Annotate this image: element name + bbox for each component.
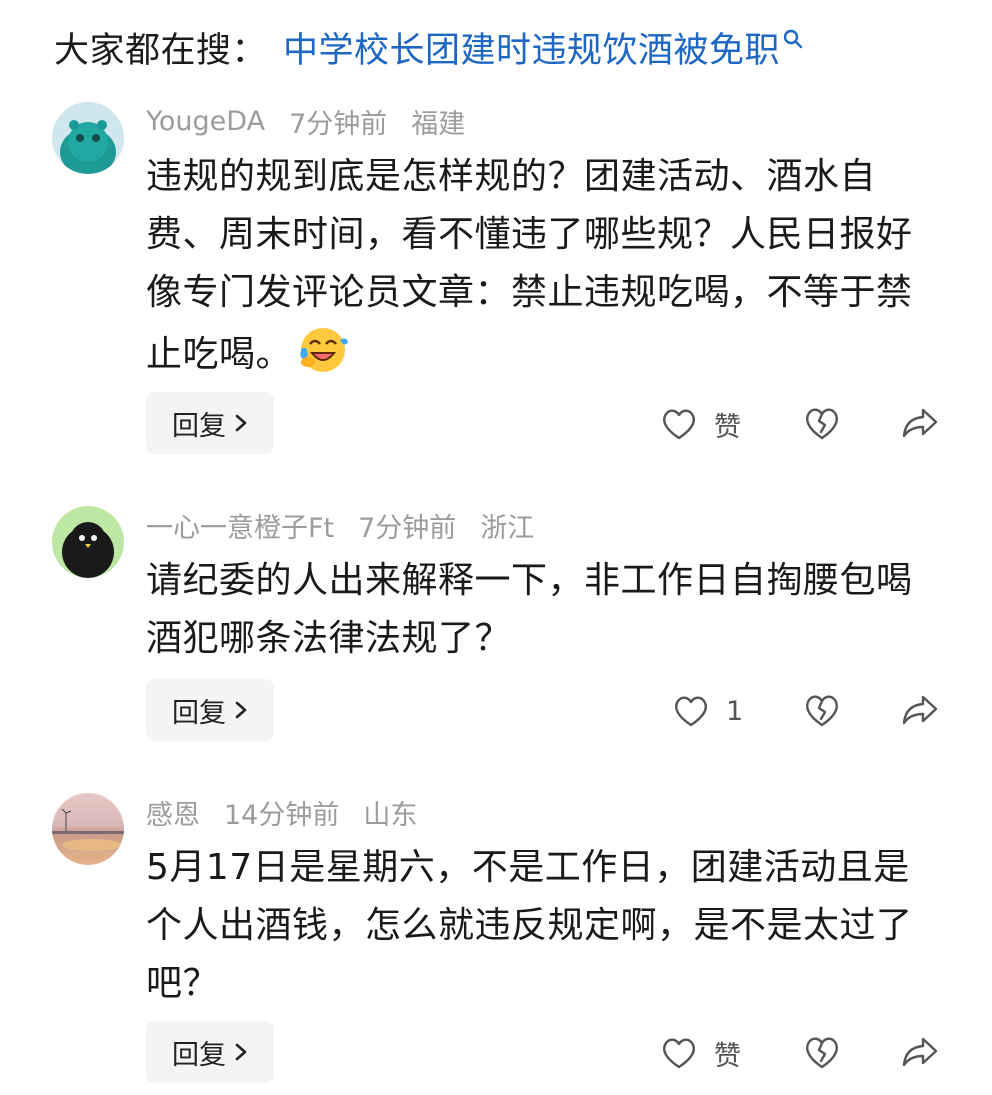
comment-location: 山东 bbox=[363, 799, 418, 831]
broken-heart-icon[interactable] bbox=[802, 1033, 842, 1071]
comment-body: 5月17日是星期六，不是工作日，团建活动且是个人出酒钱，怎么就违反规定啊，是不是… bbox=[146, 847, 913, 1004]
chevron-right-icon bbox=[235, 1043, 247, 1061]
broken-heart-icon[interactable] bbox=[802, 404, 842, 442]
share-arrow-icon[interactable] bbox=[900, 691, 940, 727]
comment-text: 违规的规到底是怎样规的？团建活动、酒水自费、周末时间，看不懂违了哪些规？人民日报… bbox=[146, 148, 946, 384]
share-arrow-icon[interactable] bbox=[900, 1033, 940, 1069]
search-icon[interactable] bbox=[782, 28, 804, 50]
reply-button[interactable]: 回复 bbox=[146, 392, 274, 454]
avatar[interactable] bbox=[52, 506, 124, 578]
heart-outline-icon bbox=[675, 696, 707, 727]
reply-button[interactable]: 回复 bbox=[146, 679, 274, 741]
comment-body: 违规的规到底是怎样规的？团建活动、酒水自费、周末时间，看不懂违了哪些规？人民日报… bbox=[146, 156, 913, 375]
comment-body: 请纪委的人出来解释一下，非工作日自掏腰包喝酒犯哪条法律法规了？ bbox=[146, 560, 913, 659]
comment-time: 7分钟前 bbox=[289, 108, 388, 140]
heart-outline-icon bbox=[663, 1038, 695, 1069]
search-suggestion-bar[interactable]: 大家都在搜： 中学校长团建时违规饮酒被免职 bbox=[54, 22, 804, 72]
like-label: 赞 bbox=[714, 1040, 741, 1072]
username[interactable]: YougeDA bbox=[146, 106, 265, 137]
chevron-right-icon bbox=[235, 414, 247, 432]
comment-location: 浙江 bbox=[480, 512, 535, 544]
like-button[interactable]: 赞 bbox=[660, 404, 741, 444]
comment-meta: YougeDA 7分钟前 福建 bbox=[146, 101, 489, 141]
avatar[interactable] bbox=[52, 102, 124, 174]
like-count: 1 bbox=[726, 695, 744, 727]
comment-time: 14分钟前 bbox=[224, 799, 340, 831]
laughing-crying-emoji-icon bbox=[300, 328, 349, 372]
comment-text: 5月17日是星期六，不是工作日，团建活动且是个人出酒钱，怎么就违反规定啊，是不是… bbox=[146, 839, 946, 1013]
reply-label: 回复 bbox=[172, 410, 226, 442]
avatar[interactable] bbox=[52, 793, 124, 865]
heart-outline-icon bbox=[663, 409, 695, 440]
username[interactable]: 一心一意橙子Ft bbox=[146, 506, 334, 545]
search-term-link[interactable]: 中学校长团建时违规饮酒被免职 bbox=[283, 22, 780, 73]
chevron-right-icon bbox=[235, 701, 247, 719]
comment-meta: 一心一意橙子Ft 7分钟前 浙江 bbox=[146, 505, 558, 545]
comment-time: 7分钟前 bbox=[358, 512, 457, 544]
broken-heart-icon[interactable] bbox=[802, 691, 842, 729]
comment-meta: 感恩 14分钟前 山东 bbox=[146, 792, 441, 832]
like-button[interactable]: 赞 bbox=[660, 1033, 741, 1073]
comment-location: 福建 bbox=[411, 108, 466, 140]
reply-button[interactable]: 回复 bbox=[146, 1021, 274, 1083]
reply-label: 回复 bbox=[172, 1039, 226, 1071]
like-label: 赞 bbox=[714, 411, 741, 443]
share-arrow-icon[interactable] bbox=[900, 404, 940, 440]
reply-label: 回复 bbox=[172, 697, 226, 729]
search-prefix: 大家都在搜： bbox=[54, 30, 268, 71]
username[interactable]: 感恩 bbox=[146, 793, 200, 832]
like-button[interactable]: 1 bbox=[672, 691, 743, 731]
comment-text: 请纪委的人出来解释一下，非工作日自掏腰包喝酒犯哪条法律法规了？ bbox=[146, 552, 946, 668]
